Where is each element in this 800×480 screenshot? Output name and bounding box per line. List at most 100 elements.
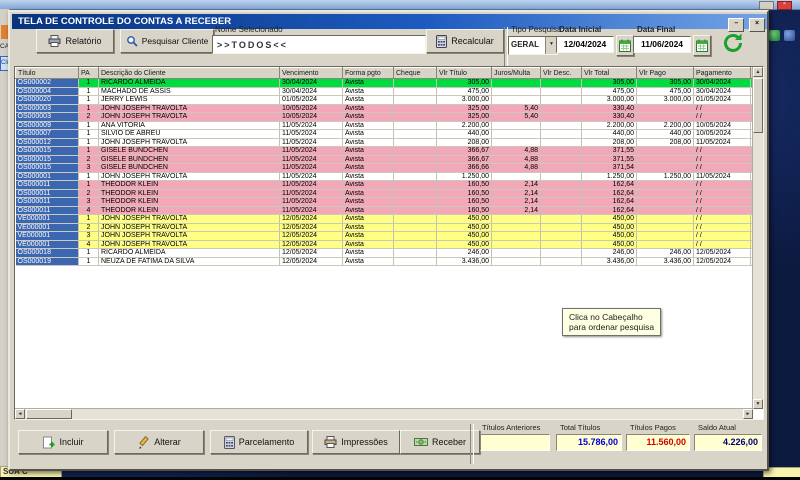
cell-vlr_pago (636, 155, 694, 164)
cell-juros_multa: 5,40 (491, 104, 541, 113)
cell-forma_pgto: Avista (342, 231, 394, 241)
report-button[interactable]: Relatório (36, 29, 114, 53)
recalculate-button[interactable]: Recalcular (426, 29, 504, 53)
column-header[interactable]: Cheque (393, 67, 437, 79)
cell-vlr_total: 330,40 (581, 104, 637, 113)
cell-titulo: VE000001 (15, 240, 79, 249)
selected-name-label: Nome Selecionado (215, 25, 283, 34)
table-row[interactable]: OS000011 1 THEODOR KLEIN 11/05/2024 Avista 16… (15, 180, 763, 190)
column-header[interactable]: Forma pgto (342, 67, 394, 79)
vertical-scrollbar[interactable]: ▲ ▼ (752, 67, 763, 409)
table-row[interactable]: OS000001 1 JOHN JOSEPH TRAVOLTA 11/05/2024 A… (15, 172, 763, 181)
cell-pa: 1 (78, 257, 99, 266)
table-row[interactable]: OS000004 1 MACHADO DE ASSIS 30/04/2024 Avist… (15, 87, 763, 96)
column-header[interactable]: Vlr Título (436, 67, 492, 79)
horizontal-scroll-thumb[interactable] (26, 409, 72, 419)
scroll-up-icon[interactable]: ▲ (753, 67, 763, 77)
cell-cheque (393, 223, 437, 232)
scroll-left-icon[interactable]: ◄ (15, 409, 25, 419)
table-row[interactable]: OS000015 2 GISELE BUNDCHEN 11/05/2024 Avista… (15, 155, 763, 164)
column-header[interactable]: Vlr Total (581, 67, 637, 79)
vertical-scroll-thumb[interactable] (753, 78, 763, 133)
cell-forma_pgto: Avista (342, 138, 394, 147)
table-row[interactable]: OS000018 1 RICARDO ALMEIDA 12/05/2024 Avista… (15, 248, 763, 258)
receber-button[interactable]: Receber (400, 430, 480, 454)
parcelamento-button[interactable]: Parcelamento (210, 430, 308, 454)
table-row[interactable]: OS000003 2 JOHN JOSEPH TRAVOLTA 10/05/2024 A… (15, 112, 763, 122)
cell-cheque (393, 172, 437, 181)
previous-titles-value (480, 434, 550, 451)
cell-vencimento: 12/05/2024 (279, 257, 343, 266)
cell-pagamento: / / (693, 146, 751, 156)
table-row[interactable]: OS000019 1 NEUZA DE FATIMA DA SILVA 12/05/2… (15, 257, 763, 266)
close-button[interactable]: × (749, 18, 765, 32)
table-row[interactable]: OS000003 1 JOHN JOSEPH TRAVOLTA 10/05/2024 A… (15, 104, 763, 113)
search-type-label: Tipo Pesquisa (511, 25, 562, 34)
cell-titulo: VE000001 (15, 223, 79, 232)
cell-vencimento: 11/05/2024 (279, 172, 343, 181)
table-row[interactable]: OS000015 3 GISELE BUNDCHEN 11/05/2024 Avista… (15, 163, 763, 173)
cell-pa: 2 (78, 112, 99, 122)
background-window-titlebar: × (0, 0, 800, 10)
column-header[interactable]: Vlr Pago (636, 67, 694, 79)
table-row[interactable]: OS000012 1 JOHN JOSEPH TRAVOLTA 11/05/2024 A… (15, 138, 763, 147)
incluir-button[interactable]: Incluir (18, 430, 108, 454)
background-icon[interactable] (769, 30, 780, 41)
search-client-label: Pesquisar Cliente (141, 36, 209, 46)
selected-name-input[interactable] (212, 35, 426, 54)
table-row[interactable]: OS000007 1 SILVIO DE ABREU 11/05/2024 Avista… (15, 129, 763, 139)
table-row[interactable]: OS000011 2 THEODOR KLEIN 11/05/2024 Avista 16… (15, 189, 763, 198)
table-row[interactable]: VE000001 3 JOHN JOSEPH TRAVOLTA 12/05/2024 A… (15, 231, 763, 241)
background-window-button[interactable] (759, 1, 774, 10)
cell-cheque (393, 112, 437, 122)
scroll-down-icon[interactable]: ▼ (753, 399, 763, 409)
date-end-calendar-button[interactable] (693, 35, 711, 56)
date-end-field[interactable]: 11/06/2024 (633, 36, 691, 53)
background-close-icon[interactable]: × (777, 1, 792, 10)
column-header[interactable]: Título (15, 67, 79, 79)
column-header[interactable]: Vencimento (279, 67, 343, 79)
cell-pagamento: / / (693, 189, 751, 198)
cell-vlr_desc (540, 95, 582, 105)
table-row[interactable]: OS000015 1 GISELE BUNDCHEN 11/05/2024 Avista… (15, 146, 763, 156)
table-row[interactable]: OS000011 3 THEODOR KLEIN 11/05/2024 Avista 16… (15, 197, 763, 207)
table-row[interactable]: OS000009 1 ANA VITÓRIA 11/05/2024 Avista 2.20… (15, 121, 763, 130)
cell-vlr_titulo: 325,00 (436, 112, 492, 122)
column-header[interactable]: Pagamento (693, 67, 751, 79)
date-start-calendar-button[interactable] (616, 35, 634, 56)
date-start-field[interactable]: 12/04/2024 (556, 36, 614, 53)
alterar-button[interactable]: Alterar (114, 430, 204, 454)
horizontal-scrollbar[interactable]: ◄ ► (15, 408, 753, 419)
cell-cliente: JOHN JOSEPH TRAVOLTA (98, 138, 280, 147)
cell-vlr_total: 305,00 (581, 78, 637, 88)
cell-pagamento: 10/05/2024 (693, 129, 751, 139)
cell-forma_pgto: Avista (342, 214, 394, 224)
impressoes-button[interactable]: Impressões (312, 430, 400, 454)
cell-vlr_pago (636, 112, 694, 122)
cell-forma_pgto: Avista (342, 257, 394, 266)
table-row[interactable]: OS000020 1 JERRY LEWIS 01/05/2024 Avista 3.00… (15, 95, 763, 105)
search-client-button[interactable]: Pesquisar Cliente (120, 29, 214, 53)
cell-cliente: GISELE BUNDCHEN (98, 146, 280, 156)
column-header[interactable]: Vlr Desc. (540, 67, 582, 79)
background-icon[interactable] (784, 30, 795, 41)
table-row[interactable]: OS000002 1 RICARDO ALMEIDA 30/04/2024 Avista… (15, 78, 763, 88)
cell-pa: 1 (78, 172, 99, 181)
column-header[interactable]: Juros/Multa (491, 67, 541, 79)
cell-cliente: NEUZA DE FATIMA DA SILVA (98, 257, 280, 266)
tooltip-line1: Clica no Cabeçalho (569, 312, 643, 322)
scroll-right-icon[interactable]: ► (743, 409, 753, 419)
table-row[interactable]: VE000001 4 JOHN JOSEPH TRAVOLTA 12/05/2024 A… (15, 240, 763, 249)
cell-titulo: OS000015 (15, 146, 79, 156)
column-header[interactable]: Descrição do Cliente (98, 67, 280, 79)
search-type-select[interactable]: GERAL ▼ (508, 36, 558, 55)
refresh-button[interactable] (718, 28, 748, 58)
cell-juros_multa: 2,14 (491, 197, 541, 207)
table-row[interactable]: VE000001 1 JOHN JOSEPH TRAVOLTA 12/05/2024 A… (15, 214, 763, 224)
cell-titulo: OS000003 (15, 104, 79, 113)
cell-vlr_total: 1.250,00 (581, 172, 637, 181)
cell-vlr_titulo: 160,50 (436, 189, 492, 198)
table-row[interactable]: VE000001 2 JOHN JOSEPH TRAVOLTA 12/05/2024 A… (15, 223, 763, 232)
table-row[interactable]: OS000011 4 THEODOR KLEIN 11/05/2024 Avista 16… (15, 206, 763, 215)
column-header[interactable]: PA (78, 67, 99, 79)
